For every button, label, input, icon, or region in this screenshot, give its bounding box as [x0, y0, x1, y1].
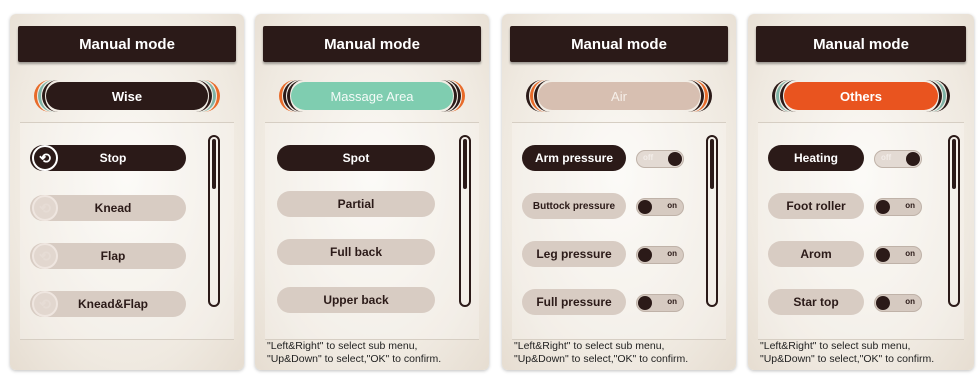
toggle-switch[interactable]: on	[874, 198, 922, 216]
toggle-switch[interactable]: on	[636, 294, 684, 312]
help-text: "Left&Right" to select sub menu, "Up&Dow…	[267, 340, 481, 366]
help-line: "Left&Right" to select sub menu,	[267, 340, 418, 352]
category-selector[interactable]: Others	[772, 80, 950, 112]
menu-list: ⟲ Stop ⟲ Knead ⟲ Flap ⟲ Knead&Flap	[20, 122, 234, 340]
menu-item-arom[interactable]: Arom	[768, 241, 864, 267]
toggle-label: on	[667, 249, 677, 258]
toggle-knob	[876, 200, 890, 214]
toggle-switch[interactable]: on	[874, 246, 922, 264]
help-line: "Up&Down" to select,"OK" to confirm.	[760, 353, 935, 365]
panel-others: Manual mode Others Heating off Foot roll…	[748, 14, 974, 370]
toggle-switch[interactable]: on	[874, 294, 922, 312]
category-selector[interactable]: Air	[526, 80, 712, 112]
toggle-knob	[638, 248, 652, 262]
toggle-label: on	[905, 201, 915, 210]
category-pill[interactable]: Massage Area	[291, 82, 453, 110]
menu-item-knead-flap[interactable]: ⟲ Knead&Flap	[30, 291, 186, 317]
toggle-label: off	[881, 153, 892, 162]
scrollbar-thumb[interactable]	[710, 139, 714, 189]
toggle-label: on	[905, 297, 915, 306]
toggle-label: on	[667, 201, 677, 210]
menu-item-label: Flap	[100, 249, 126, 263]
toggle-knob	[668, 152, 682, 166]
toggle-knob	[638, 200, 652, 214]
help-text: "Left&Right" to select sub menu, "Up&Dow…	[514, 340, 728, 366]
menu-item-foot-roller[interactable]: Foot roller	[768, 193, 864, 219]
toggle-label: off	[643, 153, 654, 162]
panel-massage-area: Manual mode Massage Area Spot Partial Fu…	[255, 14, 489, 370]
toggle-switch[interactable]: off	[636, 150, 684, 168]
toggle-switch[interactable]: on	[636, 198, 684, 216]
panel-title: Manual mode	[263, 26, 481, 62]
toggle-knob	[638, 296, 652, 310]
menu-item-flap[interactable]: ⟲ Flap	[30, 243, 186, 269]
menu-item-label: Knead	[94, 201, 132, 215]
menu-item-full-back[interactable]: Full back	[277, 239, 435, 265]
menu-item-full-pressure[interactable]: Full pressure	[522, 289, 626, 315]
category-selector[interactable]: Massage Area	[279, 80, 465, 112]
scrollbar[interactable]	[948, 135, 960, 307]
panel-air: Manual mode Air Arm pressure off Buttock…	[502, 14, 736, 370]
swirl-icon: ⟲	[32, 195, 58, 221]
scrollbar[interactable]	[706, 135, 718, 307]
help-line: "Up&Down" to select,"OK" to confirm.	[514, 353, 689, 365]
menu-list: Spot Partial Full back Upper back	[265, 122, 479, 340]
menu-item-knead[interactable]: ⟲ Knead	[30, 195, 186, 221]
menu-item-spot[interactable]: Spot	[277, 145, 435, 171]
menu-item-arm-pressure[interactable]: Arm pressure	[522, 145, 626, 171]
scrollbar-thumb[interactable]	[463, 139, 467, 189]
swirl-icon: ⟲	[32, 145, 58, 171]
menu-item-label: Knead&Flap	[77, 297, 148, 311]
swirl-icon: ⟲	[32, 291, 58, 317]
help-text: "Left&Right" to select sub menu, "Up&Dow…	[760, 340, 966, 366]
scrollbar-thumb[interactable]	[952, 139, 956, 189]
toggle-knob	[876, 248, 890, 262]
category-selector[interactable]: Wise	[34, 80, 220, 112]
menu-item-star-top[interactable]: Star top	[768, 289, 864, 315]
menu-list: Arm pressure off Buttock pressure on Leg…	[512, 122, 726, 340]
help-line: "Left&Right" to select sub menu,	[514, 340, 665, 352]
category-pill[interactable]: Others	[784, 82, 938, 110]
panel-title: Manual mode	[18, 26, 236, 62]
toggle-switch[interactable]: off	[874, 150, 922, 168]
panel-title: Manual mode	[510, 26, 728, 62]
scrollbar[interactable]	[459, 135, 471, 307]
panel-wise: Manual mode Wise ⟲ Stop ⟲ Knead ⟲ Flap ⟲…	[10, 14, 244, 370]
toggle-switch[interactable]: on	[636, 246, 684, 264]
menu-item-upper-back[interactable]: Upper back	[277, 287, 435, 313]
menu-list: Heating off Foot roller on Arom on Star …	[758, 122, 964, 340]
panel-title: Manual mode	[756, 26, 966, 62]
swirl-icon: ⟲	[32, 243, 58, 269]
menu-item-partial[interactable]: Partial	[277, 191, 435, 217]
scrollbar[interactable]	[208, 135, 220, 307]
scrollbar-thumb[interactable]	[212, 139, 216, 189]
menu-item-buttock-pressure[interactable]: Buttock pressure	[522, 193, 626, 219]
category-pill[interactable]: Air	[538, 82, 700, 110]
menu-item-stop[interactable]: ⟲ Stop	[30, 145, 186, 171]
toggle-label: on	[905, 249, 915, 258]
category-pill[interactable]: Wise	[46, 82, 208, 110]
help-line: "Left&Right" to select sub menu,	[760, 340, 911, 352]
menu-item-leg-pressure[interactable]: Leg pressure	[522, 241, 626, 267]
toggle-label: on	[667, 297, 677, 306]
help-line: "Up&Down" to select,"OK" to confirm.	[267, 353, 442, 365]
toggle-knob	[876, 296, 890, 310]
menu-item-label: Stop	[99, 151, 127, 165]
toggle-knob	[906, 152, 920, 166]
menu-item-heating[interactable]: Heating	[768, 145, 864, 171]
